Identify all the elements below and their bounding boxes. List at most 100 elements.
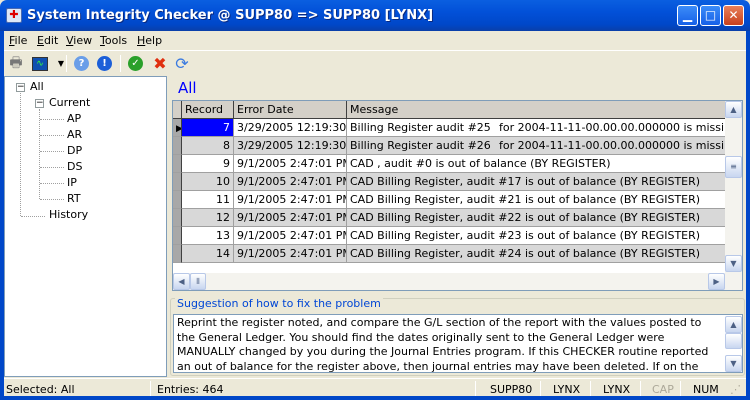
row-indicator[interactable] [173,155,182,173]
close-button[interactable]: ✕ [723,5,744,26]
cell-record[interactable]: 10 [182,173,234,191]
table-row[interactable]: 12 9/1/2005 2:47:01 PM CAD Billing Registe… [173,209,726,227]
cell-error-date[interactable]: 9/1/2005 2:47:01 PM [234,173,347,191]
cell-record[interactable]: 8 [182,137,234,155]
cell-message[interactable]: Billing Register audit #26 for 2004-11-11… [347,137,726,155]
toolbar-separator [120,55,121,72]
cell-error-date[interactable]: 9/1/2005 2:47:01 PM [234,209,347,227]
delete-icon[interactable]: ✖ [150,54,170,73]
tree-node-ar[interactable]: AR [67,128,82,141]
tree-line [40,183,64,184]
table-row[interactable]: 14 9/1/2005 2:47:01 PM CAD Billing Registe… [173,245,726,263]
cell-error-date[interactable]: 9/1/2005 2:47:01 PM [234,245,347,263]
cell-record[interactable]: 9 [182,155,234,173]
scroll-up-button[interactable]: ▲ [725,101,742,118]
vertical-scrollbar[interactable]: ▲ ≡ ▼ [725,101,742,273]
row-indicator[interactable] [173,191,182,209]
toolbar: 🖶 ∿ ▼ ? ! ✓ ✖ ⟳ [4,52,746,75]
scroll-down-button[interactable]: ▼ [725,355,742,372]
cell-record[interactable]: 14 [182,245,234,263]
column-header-record[interactable]: Record [182,101,234,119]
toolbar-separator [66,55,67,72]
scroll-thumb[interactable] [725,333,742,349]
tree-node-all[interactable]: All [30,80,44,93]
tree-node-ip[interactable]: IP [67,176,77,189]
cell-record[interactable]: 12 [182,209,234,227]
message-text: CAD Billing Register, audit #24 is out o… [350,247,701,260]
suggestion-text[interactable]: Reprint the register noted, and compare … [173,314,743,373]
cell-message[interactable]: CAD Billing Register, audit #23 is out o… [347,227,726,245]
check-icon[interactable]: ✓ [128,56,143,71]
tree-node-history[interactable]: History [49,208,88,221]
horizontal-scroll-thumb[interactable]: ⦀ [190,273,206,290]
cell-message[interactable]: CAD Billing Register, audit #21 is out o… [347,191,726,209]
scroll-up-button[interactable]: ▲ [725,316,742,333]
table-row[interactable]: ▶73/29/2005 12:19:30 PMBilling Register … [173,119,726,137]
tree-node-ap[interactable]: AP [67,112,81,125]
column-header-error-date[interactable]: Error Date [234,101,347,119]
row-indicator[interactable] [173,209,182,227]
help-icon[interactable]: ? [74,56,89,71]
tree-view: − All − Current AP AR DP DS IP RT History [4,76,167,377]
table-row[interactable]: 13 9/1/2005 2:47:01 PM CAD Billing Registe… [173,227,726,245]
message-detail: for 2004-11-11-00.00.00.000000 is missin… [499,121,725,134]
tree-line [40,119,64,120]
status-separator [475,381,476,398]
cell-error-date[interactable]: 3/29/2005 12:19:30 PM [234,119,347,137]
cell-error-date[interactable]: 9/1/2005 2:47:01 PM [234,155,347,173]
table-row[interactable]: 9 9/1/2005 2:47:01 PM CAD , audit #0 is ou… [173,155,726,173]
menu-view[interactable]: View [66,34,92,47]
printer-icon[interactable]: 🖶 [6,54,26,73]
refresh-icon[interactable]: ⟳ [172,54,192,73]
tree-node-current[interactable]: Current [49,96,90,109]
cell-message[interactable]: CAD Billing Register, audit #22 is out o… [347,209,726,227]
cell-record[interactable]: 7 [182,119,234,137]
cell-error-date[interactable]: 3/29/2005 12:19:30 PM [234,137,347,155]
table-row[interactable]: 11 9/1/2005 2:47:01 PM CAD Billing Registe… [173,191,726,209]
status-separator [150,381,151,398]
tree-node-ds[interactable]: DS [67,160,82,173]
row-indicator[interactable]: ▶ [173,119,182,137]
status-entries: Entries: 464 [157,383,224,396]
menu-edit[interactable]: Edit [37,34,58,47]
cell-message[interactable]: CAD Billing Register, audit #24 is out o… [347,245,726,263]
menu-tools[interactable]: Tools [100,34,127,47]
collapse-icon[interactable]: − [16,83,25,92]
suggestion-label: Suggestion of how to fix the problem [175,297,383,310]
minimize-button[interactable]: ▁ [677,5,698,26]
column-header-message[interactable]: Message [347,101,726,119]
cell-message[interactable]: CAD Billing Register, audit #17 is out o… [347,173,726,191]
cell-error-date[interactable]: 9/1/2005 2:47:01 PM [234,191,347,209]
table-row[interactable]: 83/29/2005 12:19:30 PMBilling Register a… [173,137,726,155]
tree-line [40,135,64,136]
row-indicator[interactable] [173,173,182,191]
cell-message[interactable]: Billing Register audit #25 for 2004-11-11… [347,119,726,137]
cell-message[interactable]: CAD , audit #0 is out of balance (BY REG… [347,155,726,173]
cell-record[interactable]: 11 [182,191,234,209]
table-row[interactable]: 10 9/1/2005 2:47:01 PM CAD Billing Registe… [173,173,726,191]
scroll-thumb[interactable]: ≡ [725,156,742,178]
monitor-icon[interactable]: ∿ [32,57,48,71]
row-indicator[interactable] [173,245,182,263]
scroll-down-button[interactable]: ▼ [725,255,742,272]
tree-line [40,199,64,200]
resize-grip-icon[interactable]: ⋰ [730,383,741,396]
tree-node-dp[interactable]: DP [67,144,82,157]
row-indicator[interactable] [173,227,182,245]
menu-help[interactable]: Help [137,34,162,47]
message-text: CAD , audit #0 is out of balance (BY REG… [350,157,611,170]
row-indicator[interactable] [173,137,182,155]
cell-record[interactable]: 13 [182,227,234,245]
info-icon[interactable]: ! [97,56,112,71]
menu-file[interactable]: File [9,34,27,47]
tree-node-rt[interactable]: RT [67,192,81,205]
dropdown-arrow-icon[interactable]: ▼ [51,54,71,73]
collapse-icon[interactable]: − [35,99,44,108]
status-cap: CAP [652,383,674,396]
scroll-right-button[interactable]: ▶ [708,273,725,290]
horizontal-scrollbar[interactable]: ◀ ⦀ ▶ [173,273,742,290]
scroll-left-button[interactable]: ◀ [173,273,190,290]
cell-error-date[interactable]: 9/1/2005 2:47:01 PM [234,227,347,245]
status-num: NUM [693,383,719,396]
maximize-button[interactable]: □ [700,5,721,26]
